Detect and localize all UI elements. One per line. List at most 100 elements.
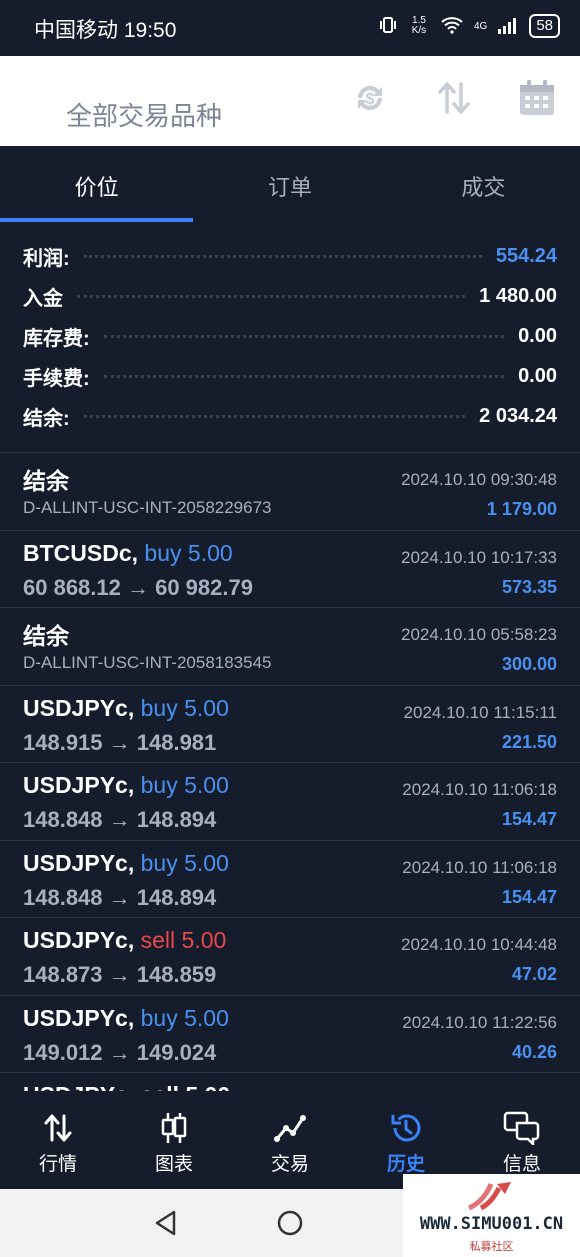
back-icon[interactable]: [152, 1209, 180, 1237]
item-amount: 154.47: [501, 886, 557, 907]
item-prices: 148.873 → 148.859: [23, 962, 217, 987]
list-item[interactable]: USDJPYc, buy 5.00 148.915 → 148.981 2024…: [0, 686, 580, 763]
summary-value: 554.24: [495, 244, 557, 267]
summary-value: 2 034.24: [479, 404, 557, 427]
home-icon[interactable]: [276, 1209, 304, 1237]
item-prices: 148.848 → 148.894: [23, 884, 217, 910]
currency-exchange-icon[interactable]: $: [350, 78, 390, 118]
item-title: USDJPYc, buy 5.00: [23, 695, 229, 722]
item-prices: 148.848 → 148.894: [23, 807, 217, 832]
item-title: USDJPYc, buy 5.00: [23, 772, 229, 799]
item-volume: 5.00: [184, 694, 229, 721]
list-item[interactable]: 结余 D-ALLINT-USC-INT-2058229673 2024.10.1…: [0, 453, 580, 531]
item-time: 2024.10.10 11:22:56: [402, 1012, 557, 1032]
history-clock-icon: [391, 1114, 421, 1142]
item-side: sell: [140, 927, 176, 953]
app-header: 全部交易品种 $: [0, 56, 580, 146]
tab-deals[interactable]: 成交: [387, 146, 580, 224]
item-amount: 221.50: [501, 731, 557, 752]
item-time: 2024.10.10 09:30:48: [401, 470, 557, 489]
item-symbol: 结余: [23, 468, 69, 494]
item-volume: 5.00: [184, 1004, 229, 1031]
quotes-arrows-icon: [44, 1114, 72, 1142]
item-volume: 5.00: [184, 849, 229, 876]
item-time: 2024.10.10 11:06:18: [402, 780, 557, 799]
nav-label: 历史: [386, 1154, 425, 1175]
item-title: BTCUSDc, buy 5.00: [23, 540, 233, 567]
summary-label: 库存费:: [23, 327, 90, 350]
signal-icon: [497, 16, 519, 37]
nav-chart[interactable]: 图表: [116, 1091, 232, 1189]
dotted-leader: [83, 414, 466, 418]
item-title: USDJPYc, sell 5.00: [23, 927, 226, 954]
item-prices: 149.012 → 149.024: [23, 1039, 217, 1065]
watermark: WWW.SIMU001.CN 私募社区: [403, 1174, 580, 1257]
item-prices: 148.915 → 148.981: [23, 729, 217, 755]
summary-value: 0.00: [518, 324, 557, 347]
tab-orders[interactable]: 订单: [193, 146, 386, 224]
item-side: buy: [140, 1004, 178, 1031]
dotted-leader: [77, 294, 466, 298]
page-title[interactable]: 全部交易品种: [66, 96, 222, 133]
item-side: buy: [144, 539, 182, 566]
tab-price[interactable]: 价位: [0, 146, 194, 224]
list-item[interactable]: USDJPYc, buy 5.00 148.848 → 148.894 2024…: [0, 841, 580, 918]
item-symbol: USDJPYc,: [23, 694, 135, 721]
nav-trade[interactable]: 交易: [232, 1091, 348, 1189]
item-symbol: BTCUSDc,: [23, 539, 139, 566]
nav-label: 交易: [270, 1154, 309, 1175]
summary-label: 入金: [23, 287, 63, 310]
item-volume: 5.00: [181, 927, 227, 953]
history-tabs: 价位 订单 成交: [0, 146, 580, 224]
svg-text:$: $: [366, 91, 375, 108]
summary-row-balance: 结余: 2 034.24: [0, 396, 580, 436]
sort-icon[interactable]: [434, 78, 474, 118]
watermark-subtext: 私募社区: [469, 1241, 514, 1253]
summary-value: 1 480.00: [479, 284, 557, 307]
item-side: buy: [140, 694, 178, 721]
list-item[interactable]: USDJPYc, buy 5.00 148.848 → 148.894 2024…: [0, 763, 580, 841]
account-summary: 利润: 554.24 入金 1 480.00 库存费: 0.00 手续费: 0.…: [0, 236, 580, 436]
vibrate-icon: [378, 15, 398, 38]
item-symbol: USDJPYc,: [23, 927, 135, 953]
item-side: buy: [140, 772, 178, 798]
item-amount: 1 179.00: [486, 499, 557, 519]
item-amount: 300.00: [501, 654, 557, 674]
list-item[interactable]: BTCUSDc, buy 5.00 60 868.12 → 60 982.79 …: [0, 531, 580, 608]
summary-label: 结余:: [23, 407, 70, 430]
status-icons: 1.5 K/s 4G 58: [378, 14, 560, 38]
nav-label: 图表: [154, 1154, 193, 1175]
trade-line-icon: [274, 1115, 306, 1142]
item-amount: 40.26: [511, 1041, 557, 1062]
item-time: 2024.10.10 10:17:33: [401, 547, 557, 567]
partial-list-item[interactable]: USDJPYc, sell 5.00: [23, 1082, 230, 1091]
calendar-icon[interactable]: [517, 78, 557, 118]
summary-row-commission: 手续费: 0.00: [0, 356, 580, 396]
list-item[interactable]: 结余 D-ALLINT-USC-INT-2058183545 2024.10.1…: [0, 608, 580, 686]
net-speed: 1.5 K/s: [411, 15, 427, 36]
summary-row-profit: 利润: 554.24: [0, 236, 580, 276]
item-amount: 47.02: [511, 964, 557, 984]
nav-label: 行情: [38, 1154, 77, 1175]
item-symbol: USDJPYc,: [23, 1004, 135, 1031]
item-symbol: 结余: [23, 623, 69, 649]
item-symbol: USDJPYc,: [23, 772, 135, 798]
summary-row-swap: 库存费: 0.00: [0, 316, 580, 356]
list-item[interactable]: USDJPYc, buy 5.00 149.012 → 149.024 2024…: [0, 996, 580, 1073]
item-amount: 154.47: [501, 809, 557, 829]
item-comment: D-ALLINT-USC-INT-2058229673: [23, 498, 272, 517]
battery-level: 58: [529, 14, 560, 38]
summary-label: 利润:: [23, 247, 70, 270]
item-prices: 60 868.12 → 60 982.79: [23, 574, 253, 600]
dotted-leader: [103, 334, 505, 338]
item-amount: 573.35: [501, 576, 557, 597]
messages-icon: [503, 1111, 540, 1145]
list-item[interactable]: USDJPYc, sell 5.00 148.873 → 148.859 202…: [0, 918, 580, 996]
candlestick-chart-icon: [161, 1113, 187, 1143]
item-time: 2024.10.10 11:15:11: [403, 702, 557, 722]
summary-label: 手续费:: [23, 367, 90, 390]
wifi-icon: [440, 16, 464, 37]
item-time: 2024.10.10 11:06:18: [402, 857, 557, 877]
dotted-leader: [103, 374, 505, 378]
nav-quotes[interactable]: 行情: [0, 1091, 116, 1189]
